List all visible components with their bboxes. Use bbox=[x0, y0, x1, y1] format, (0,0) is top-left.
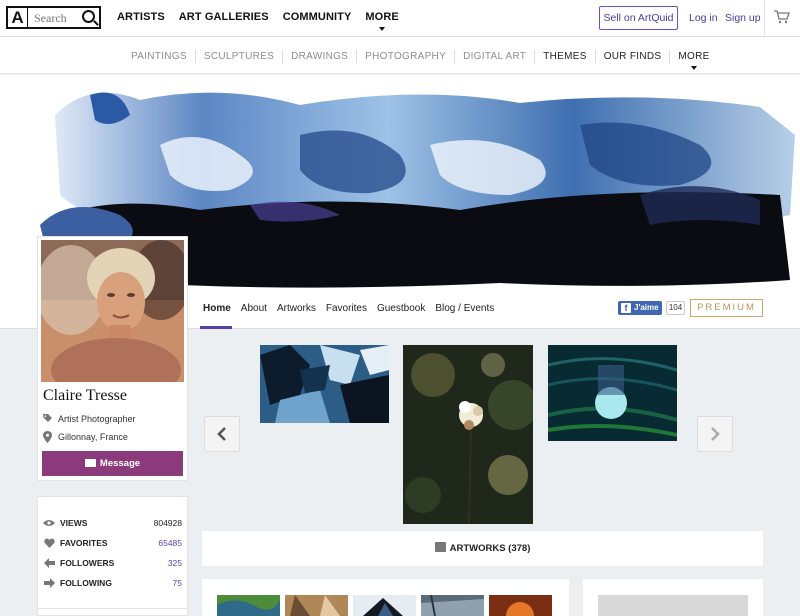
chevron-left-icon bbox=[217, 427, 226, 441]
divider bbox=[764, 0, 765, 37]
category-bar: PAINTINGS SCULPTURES DRAWINGS PHOTOGRAPH… bbox=[0, 37, 800, 74]
tab-guestbook[interactable]: Guestbook bbox=[377, 303, 425, 314]
premium-badge: PREMIUM bbox=[690, 299, 763, 317]
message-button[interactable]: Message bbox=[42, 451, 183, 476]
main-nav: ARTISTS ART GALLERIES COMMUNITY MORE bbox=[117, 11, 399, 31]
tab-artworks[interactable]: Artworks bbox=[277, 303, 316, 314]
category-photography[interactable]: PHOTOGRAPHY bbox=[365, 51, 446, 62]
top-bar: A Search ARTISTS ART GALLERIES COMMUNITY… bbox=[0, 0, 800, 37]
side-panel-image-placeholder bbox=[598, 595, 748, 616]
stat-following-label: FOLLOWING bbox=[60, 578, 112, 588]
facebook-like-count: 104 bbox=[666, 301, 685, 315]
nav-art-galleries[interactable]: ART GALLERIES bbox=[179, 11, 269, 23]
category-digital-art[interactable]: DIGITAL ART bbox=[463, 51, 526, 62]
sell-on-artquid-button[interactable]: Sell on ArtQuid bbox=[599, 6, 678, 30]
divider bbox=[454, 50, 456, 63]
stat-following-value[interactable]: 75 bbox=[173, 578, 182, 588]
stat-followers-label: FOLLOWERS bbox=[60, 558, 115, 568]
artwork-thumbnail[interactable] bbox=[217, 595, 280, 616]
profile-tabs: Home About Artworks Favorites Guestbook … bbox=[203, 303, 494, 314]
divider bbox=[282, 50, 284, 63]
search-input[interactable]: Search bbox=[34, 11, 67, 26]
artworks-count-label: ARTWORKS (378) bbox=[449, 543, 531, 554]
stat-followers[interactable]: FOLLOWERS 325 bbox=[43, 556, 182, 570]
artworks-grid-panel bbox=[202, 579, 569, 616]
stat-favorites-value[interactable]: 65485 bbox=[158, 538, 182, 548]
cart-icon[interactable] bbox=[774, 10, 790, 24]
tab-blog-events[interactable]: Blog / Events bbox=[435, 303, 494, 314]
category-more[interactable]: MORE bbox=[678, 51, 710, 70]
facebook-icon: f bbox=[621, 303, 631, 313]
heart-icon bbox=[43, 537, 55, 549]
chevron-down-icon bbox=[690, 66, 697, 70]
artworks-section-header[interactable]: ARTWORKS (378) bbox=[202, 531, 763, 566]
search-box[interactable]: Search bbox=[28, 6, 101, 29]
carousel-prev-button[interactable] bbox=[204, 416, 240, 452]
category-more-label: MORE bbox=[678, 51, 710, 62]
category-themes[interactable]: THEMES bbox=[543, 51, 586, 62]
tab-favorites[interactable]: Favorites bbox=[326, 303, 367, 314]
artist-role: Artist Photographer bbox=[58, 413, 136, 424]
stat-views-value: 804928 bbox=[153, 518, 182, 528]
artist-name: Claire Tresse bbox=[43, 387, 127, 404]
artwork-thumbnail[interactable] bbox=[285, 595, 348, 616]
briefcase-icon bbox=[434, 542, 446, 552]
category-our-finds[interactable]: OUR FINDS bbox=[604, 51, 662, 62]
divider bbox=[356, 50, 358, 63]
category-sculptures[interactable]: SCULPTURES bbox=[204, 51, 274, 62]
search-icon[interactable] bbox=[82, 10, 95, 23]
stat-views: VIEWS 804928 bbox=[43, 516, 182, 530]
facebook-like-label: J'aime bbox=[634, 303, 659, 312]
tab-home[interactable]: Home bbox=[203, 303, 231, 314]
chevron-right-icon bbox=[711, 427, 720, 441]
nav-community[interactable]: COMMUNITY bbox=[283, 11, 352, 23]
divider bbox=[38, 608, 189, 609]
artist-role-row: Artist Photographer bbox=[42, 413, 136, 424]
nav-more-label: MORE bbox=[365, 11, 399, 23]
artist-location-row: Gillonnay, France bbox=[42, 431, 128, 443]
artist-location: Gillonnay, France bbox=[58, 432, 128, 442]
artist-stats-card: VIEWS 804928 FAVORITES 65485 FOLLOWERS 3… bbox=[37, 496, 189, 616]
active-tab-indicator bbox=[200, 326, 232, 329]
stat-favorites[interactable]: FAVORITES 65485 bbox=[43, 536, 182, 550]
tag-icon bbox=[43, 414, 52, 422]
artist-profile-card: Claire Tresse Artist Photographer Gillon… bbox=[37, 236, 188, 481]
carousel-artwork-2[interactable] bbox=[403, 345, 533, 524]
artquid-logo[interactable]: A bbox=[6, 6, 29, 29]
envelope-icon bbox=[84, 459, 96, 467]
nav-artists[interactable]: ARTISTS bbox=[117, 11, 165, 23]
stat-views-label: VIEWS bbox=[60, 518, 88, 528]
stat-followers-value[interactable]: 325 bbox=[168, 558, 182, 568]
artwork-thumbnail[interactable] bbox=[353, 595, 416, 616]
login-link[interactable]: Log in bbox=[689, 12, 718, 24]
side-panel bbox=[583, 579, 763, 616]
arrow-right-icon bbox=[43, 577, 55, 589]
category-drawings[interactable]: DRAWINGS bbox=[291, 51, 348, 62]
tab-about[interactable]: About bbox=[241, 303, 267, 314]
divider bbox=[669, 50, 671, 63]
carousel-artwork-1[interactable] bbox=[260, 345, 389, 423]
category-paintings[interactable]: PAINTINGS bbox=[131, 51, 187, 62]
nav-more[interactable]: MORE bbox=[365, 11, 399, 31]
signup-link[interactable]: Sign up bbox=[725, 12, 761, 24]
arrow-left-icon bbox=[43, 557, 55, 569]
location-pin-icon bbox=[43, 431, 52, 443]
avatar bbox=[41, 240, 184, 382]
carousel-next-button[interactable] bbox=[697, 416, 733, 452]
eye-icon bbox=[43, 517, 55, 529]
facebook-like-button[interactable]: f J'aime bbox=[618, 301, 662, 315]
carousel-artwork-3[interactable] bbox=[548, 345, 677, 441]
stat-following[interactable]: FOLLOWING 75 bbox=[43, 576, 182, 590]
artwork-thumbnail[interactable] bbox=[421, 595, 484, 616]
category-nav: PAINTINGS SCULPTURES DRAWINGS PHOTOGRAPH… bbox=[131, 50, 710, 70]
divider bbox=[594, 50, 596, 63]
stat-favorites-label: FAVORITES bbox=[60, 538, 108, 548]
divider bbox=[534, 50, 536, 63]
message-button-label: Message bbox=[99, 458, 141, 469]
chevron-down-icon bbox=[379, 27, 386, 31]
divider bbox=[194, 50, 196, 63]
artwork-thumbnail[interactable] bbox=[489, 595, 552, 616]
